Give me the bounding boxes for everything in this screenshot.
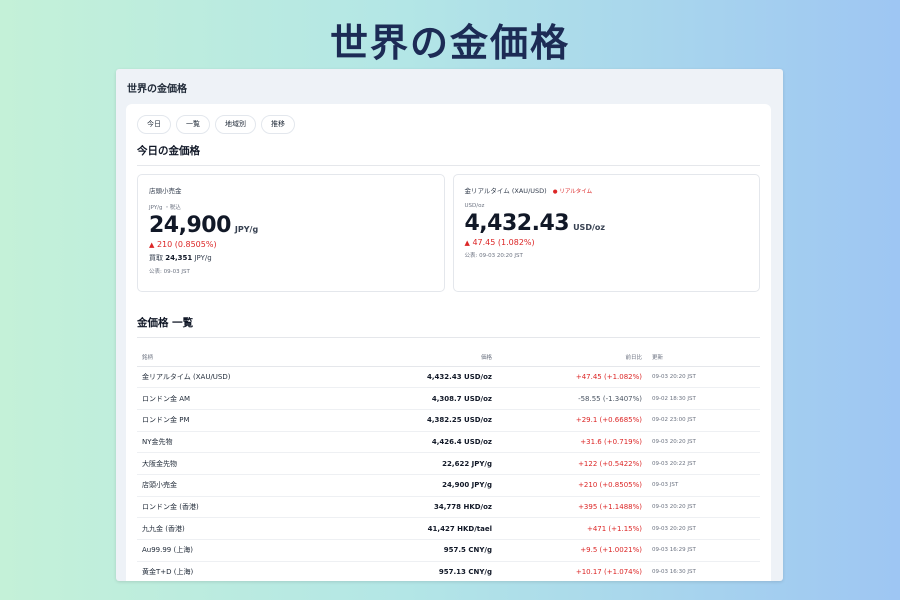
table-row[interactable]: 黄金T+D (上海) 957.13 CNY/g +10.17 (+1.074%)… xyxy=(137,561,760,581)
buy-unit: JPY/g xyxy=(194,254,212,262)
price-cards: 店頭小売金 JPY/g ・税込 24,900 JPY/g ▲ 210 (0.85… xyxy=(137,174,760,292)
tab-today[interactable]: 今日 xyxy=(137,115,171,134)
col-change[interactable]: 前日比 xyxy=(497,348,647,367)
row-name: 九九金 (香港) xyxy=(137,517,367,540)
tab-list[interactable]: 一覧 xyxy=(176,115,210,134)
row-price: 957.5 CNY/g xyxy=(367,539,497,562)
app-window: 世界の金価格 今日 一覧 地域別 推移 今日の金価格 店頭小売金 JPY/g ・… xyxy=(116,69,783,581)
buy-label: 買取 xyxy=(149,254,163,262)
realtime-price-row: 4,432.43 USD/oz xyxy=(465,211,749,236)
row-change: +47.45 (+1.082%) xyxy=(497,366,647,389)
realtime-price-card: 金リアルタイム (XAU/USD) ● リアルタイム USD/oz 4,432.… xyxy=(452,174,760,292)
tab-bar: 今日 一覧 地域別 推移 xyxy=(137,115,760,134)
buy-value: 24,351 xyxy=(165,254,193,262)
row-change: +9.5 (+1.0021%) xyxy=(497,539,647,562)
row-price: 4,426.4 USD/oz xyxy=(367,431,497,454)
row-price: 34,778 HKD/oz xyxy=(367,496,497,519)
realtime-change-value: 47.45 (1.082%) xyxy=(472,238,535,247)
table-row[interactable]: Au99.99 (上海) 957.5 CNY/g +9.5 (+1.0021%)… xyxy=(137,539,760,562)
realtime-change: ▲ 47.45 (1.082%) xyxy=(465,238,749,247)
row-change: +210 (+0.8505%) xyxy=(497,474,647,497)
up-triangle-icon: ▲ xyxy=(149,241,155,249)
live-badge: ● リアルタイム xyxy=(552,189,593,195)
row-updated: 09-02 18:30 JST xyxy=(647,387,760,410)
today-section-title: 今日の金価格 xyxy=(137,145,200,157)
row-change: -58.55 (-1.3407%) xyxy=(497,387,647,410)
page-title: 世界の金価格 xyxy=(329,21,570,65)
row-name: Au99.99 (上海) xyxy=(137,539,367,562)
col-price[interactable]: 価格 xyxy=(367,348,497,367)
window-title: 世界の金価格 xyxy=(127,84,187,95)
content-card: 今日 一覧 地域別 推移 今日の金価格 店頭小売金 JPY/g ・税込 24,9… xyxy=(126,104,771,581)
row-change: +122 (+0.5422%) xyxy=(497,452,647,475)
table-row[interactable]: 九九金 (香港) 41,427 HKD/tael +471 (+1.15%) 0… xyxy=(137,517,760,540)
row-name: ロンドン金 AM xyxy=(137,387,367,410)
retail-buy-price: 買取 24,351 JPY/g xyxy=(149,253,433,263)
row-change: +395 (+1.1488%) xyxy=(497,496,647,519)
tab-trend[interactable]: 推移 xyxy=(261,115,295,134)
up-triangle-icon: ▲ xyxy=(464,239,470,247)
row-change: +29.1 (+0.6685%) xyxy=(497,409,647,432)
table-row[interactable]: 大阪金先物 22,622 JPY/g +122 (+0.5422%) 09-03… xyxy=(137,452,760,475)
row-price: 41,427 HKD/tael xyxy=(367,517,497,540)
row-name: 黄金T+D (上海) xyxy=(137,561,367,581)
realtime-published: 公表: 09-03 20:20 JST xyxy=(464,253,523,259)
row-price: 4,432.43 USD/oz xyxy=(367,366,497,389)
row-updated: 09-03 16:30 JST xyxy=(647,561,760,581)
row-updated: 09-03 20:20 JST xyxy=(647,517,760,540)
realtime-price-unit: USD/oz xyxy=(573,223,606,232)
col-name[interactable]: 銘柄 xyxy=(137,348,367,367)
row-price: 22,622 JPY/g xyxy=(367,452,497,475)
realtime-unit-note: USD/oz xyxy=(464,203,485,209)
table-row[interactable]: ロンドン金 AM 4,308.7 USD/oz -58.55 (-1.3407%… xyxy=(137,387,760,410)
row-price: 957.13 CNY/g xyxy=(367,561,497,581)
retail-published: 公表: 09-03 JST xyxy=(149,269,190,275)
tab-region[interactable]: 地域別 xyxy=(215,115,256,134)
row-name: 大阪金先物 xyxy=(137,452,367,475)
row-price: 4,308.7 USD/oz xyxy=(367,387,497,410)
table-row[interactable]: 金リアルタイム (XAU/USD) 4,432.43 USD/oz +47.45… xyxy=(137,366,760,389)
col-updated[interactable]: 更新 xyxy=(647,348,760,367)
divider xyxy=(137,165,760,166)
price-table: 銘柄 価格 前日比 更新 金リアルタイム (XAU/USD) 4,432.43 … xyxy=(137,348,760,581)
realtime-label-row: 金リアルタイム (XAU/USD) ● リアルタイム xyxy=(465,185,749,195)
retail-price-row: 24,900 JPY/g xyxy=(149,213,433,238)
row-name: 金リアルタイム (XAU/USD) xyxy=(137,366,367,389)
retail-price-card: 店頭小売金 JPY/g ・税込 24,900 JPY/g ▲ 210 (0.85… xyxy=(137,174,445,292)
table-header-row: 銘柄 価格 前日比 更新 xyxy=(137,348,760,367)
row-updated: 09-03 20:20 JST xyxy=(647,431,760,454)
row-change: +471 (+1.15%) xyxy=(497,517,647,540)
row-name: NY金先物 xyxy=(137,431,367,454)
row-updated: 09-02 23:00 JST xyxy=(647,409,760,432)
row-change: +31.6 (+0.719%) xyxy=(497,431,647,454)
table-row[interactable]: 店頭小売金 24,900 JPY/g +210 (+0.8505%) 09-03… xyxy=(137,474,760,497)
retail-price-unit: JPY/g xyxy=(234,225,259,234)
retail-label: 店頭小売金 xyxy=(149,187,182,195)
row-updated: 09-03 JST xyxy=(647,474,760,497)
row-name: 店頭小売金 xyxy=(137,474,367,497)
row-name: ロンドン金 (香港) xyxy=(137,496,367,519)
row-updated: 09-03 16:29 JST xyxy=(647,539,760,562)
table-row[interactable]: ロンドン金 PM 4,382.25 USD/oz +29.1 (+0.6685%… xyxy=(137,409,760,432)
row-price: 24,900 JPY/g xyxy=(367,474,497,497)
retail-change-value: 210 (0.8505%) xyxy=(156,240,217,249)
row-updated: 09-03 20:22 JST xyxy=(647,452,760,475)
divider xyxy=(137,337,760,338)
retail-unit-note: JPY/g ・税込 xyxy=(149,205,181,211)
retail-price: 24,900 xyxy=(149,213,231,238)
row-change: +10.17 (+1.074%) xyxy=(497,561,647,581)
realtime-price: 4,432.43 xyxy=(464,211,570,236)
row-price: 4,382.25 USD/oz xyxy=(367,409,497,432)
retail-change: ▲ 210 (0.8505%) xyxy=(149,240,433,249)
row-updated: 09-03 20:20 JST xyxy=(647,496,760,519)
table-row[interactable]: ロンドン金 (香港) 34,778 HKD/oz +395 (+1.1488%)… xyxy=(137,496,760,519)
row-updated: 09-03 20:20 JST xyxy=(647,366,760,389)
table-row[interactable]: NY金先物 4,426.4 USD/oz +31.6 (+0.719%) 09-… xyxy=(137,431,760,454)
list-section-title: 金価格 一覧 xyxy=(137,317,194,329)
row-name: ロンドン金 PM xyxy=(137,409,367,432)
realtime-label: 金リアルタイム (XAU/USD) xyxy=(464,187,547,195)
